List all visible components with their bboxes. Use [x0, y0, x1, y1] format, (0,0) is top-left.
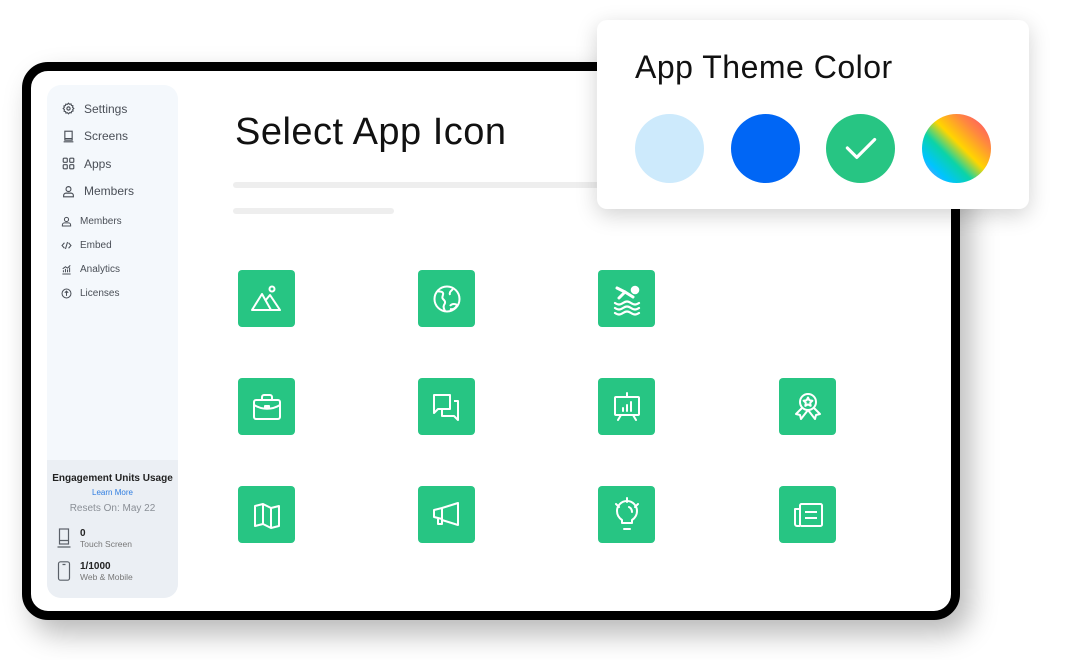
app-icon-option-briefcase[interactable]	[238, 378, 295, 435]
usage-panel: Engagement Units Usage Learn More Resets…	[47, 460, 178, 598]
usage-title: Engagement Units Usage	[52, 473, 173, 484]
apps-grid-icon	[61, 157, 75, 171]
map-icon	[253, 502, 280, 529]
sidebar-item-settings[interactable]: Settings	[61, 95, 134, 123]
user-icon	[61, 184, 75, 198]
swimmer-icon	[613, 285, 640, 316]
screen-icon	[61, 129, 75, 143]
meter-value: 0	[80, 528, 86, 539]
app-icon-option-megaphone[interactable]	[418, 486, 475, 543]
gear-icon	[61, 102, 75, 116]
sidebar-item-label: Analytics	[80, 263, 121, 275]
sidebar-subitem-members[interactable]: Members	[61, 209, 134, 233]
sidebar-item-label: Licenses	[80, 287, 120, 299]
web-mobile-meter: 1/1000 Web & Mobile	[57, 561, 133, 583]
kiosk-icon	[57, 528, 71, 548]
meter-label: Web & Mobile	[80, 572, 133, 582]
sidebar-subitem-embed[interactable]: Embed	[61, 233, 134, 257]
app-icon-option-landscape[interactable]	[238, 270, 295, 327]
app-icon-option-globe[interactable]	[418, 270, 475, 327]
sidebar-item-label: Settings	[84, 101, 128, 116]
app-icon-option-presentation[interactable]	[598, 378, 655, 435]
app-icon-option-swimmer[interactable]	[598, 270, 655, 327]
globe-icon	[433, 285, 460, 312]
sidebar-nav: Settings Screens Apps Members Members Em…	[61, 95, 134, 305]
app-icon-option-award[interactable]	[779, 378, 836, 435]
swatch-rainbow[interactable]	[922, 114, 991, 183]
landscape-icon	[250, 285, 281, 311]
upload-circle-icon	[61, 288, 72, 299]
swatch-blue[interactable]	[731, 114, 800, 183]
check-icon	[845, 137, 876, 159]
sidebar-item-members[interactable]: Members	[61, 178, 134, 206]
megaphone-icon	[432, 501, 459, 526]
sidebar-item-apps[interactable]: Apps	[61, 150, 134, 178]
app-icon-option-chat[interactable]	[418, 378, 475, 435]
app-icon-option-lightbulb[interactable]	[598, 486, 655, 543]
sidebar-subitem-analytics[interactable]: Analytics	[61, 257, 134, 281]
reset-date: Resets On: May 22	[69, 503, 156, 514]
sidebar-item-label: Members	[84, 184, 135, 199]
page-title: Select App Icon	[235, 111, 507, 153]
swatch-light-blue[interactable]	[635, 114, 704, 183]
skeleton-line	[233, 182, 613, 188]
sidebar-item-screens[interactable]: Screens	[61, 123, 134, 151]
sidebar-item-label: Members	[80, 215, 122, 227]
phone-icon	[57, 561, 71, 581]
sidebar: Settings Screens Apps Members Members Em…	[47, 85, 178, 598]
sidebar-item-label: Apps	[84, 156, 112, 171]
swatch-green[interactable]	[826, 114, 895, 183]
newspaper-icon	[793, 502, 823, 527]
sidebar-item-label: Screens	[84, 129, 129, 144]
sidebar-item-label: Embed	[80, 239, 112, 251]
skeleton-line	[233, 208, 394, 214]
briefcase-icon	[252, 393, 281, 420]
app-icon-option-map[interactable]	[238, 486, 295, 543]
meter-label: Touch Screen	[80, 539, 132, 549]
popup-title: App Theme Color	[635, 49, 893, 85]
theme-color-popup: App Theme Color	[597, 20, 1029, 209]
touch-screen-meter: 0 Touch Screen	[57, 528, 132, 550]
chat-icon	[432, 393, 459, 421]
user-icon	[61, 216, 72, 227]
learn-more-link[interactable]: Learn More	[47, 488, 178, 497]
lightbulb-icon	[614, 496, 639, 530]
presentation-icon	[613, 391, 640, 421]
sidebar-subitem-licenses[interactable]: Licenses	[61, 281, 134, 305]
award-icon	[794, 392, 821, 420]
app-icon-option-newspaper[interactable]	[779, 486, 836, 543]
analytics-icon	[61, 264, 72, 275]
meter-value: 1/1000	[80, 561, 111, 572]
code-icon	[61, 240, 72, 251]
